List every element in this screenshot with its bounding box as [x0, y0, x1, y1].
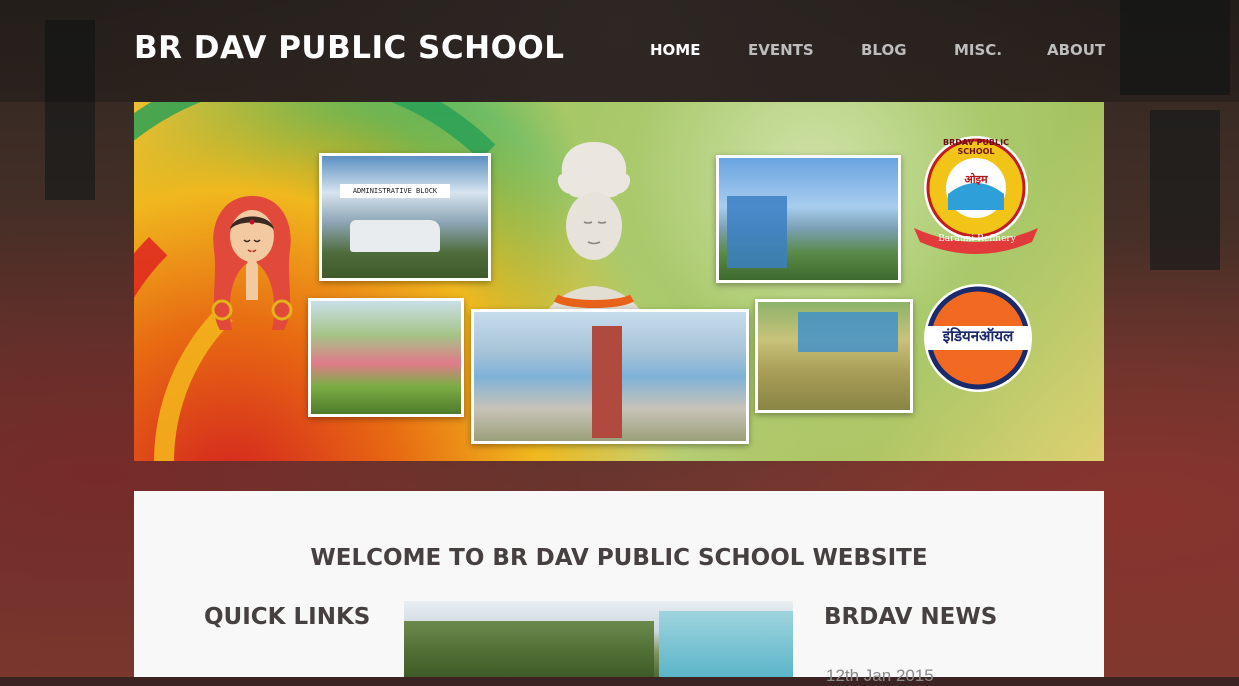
photo-playground	[755, 299, 913, 413]
admin-block-sign: ADMINISTRATIVE BLOCK	[340, 184, 450, 198]
school-logo-om: ओइम	[964, 173, 988, 186]
school-logo-caption: Barauni Refinery	[938, 234, 1016, 244]
school-photo	[404, 601, 793, 677]
nav-blog[interactable]: BLOG	[861, 41, 907, 59]
nav-misc[interactable]: MISC.	[954, 41, 1002, 59]
indian-oil-logo-text: इंडियनऑयल	[942, 327, 1014, 345]
nav-events[interactable]: EVENTS	[748, 41, 814, 59]
nav-about[interactable]: ABOUT	[1047, 41, 1105, 59]
main-nav: HOME EVENTS BLOG MISC. ABOUT	[0, 41, 1239, 61]
news-date[interactable]: 12th Jan 2015	[826, 666, 934, 686]
hero-banner: ADMINISTRATIVE BLOCK BRDAV PUBLIC SCHOOL…	[134, 102, 1104, 461]
photo-administrative-block: ADMINISTRATIVE BLOCK	[319, 153, 491, 281]
school-logo-text: BRDAV PUBLIC SCHOOL	[943, 138, 1009, 156]
namaste-illustration	[211, 196, 293, 330]
welcome-heading: WELCOME TO BR DAV PUBLIC SCHOOL WEBSITE	[310, 545, 928, 571]
news-title: BRDAV NEWS	[824, 604, 998, 630]
photo-main-building	[471, 309, 749, 444]
nav-home[interactable]: HOME	[650, 41, 700, 59]
photo-garden	[308, 298, 464, 417]
quick-links-title: QUICK LINKS	[204, 604, 371, 630]
photo-campus-building	[716, 155, 901, 283]
content-panel: WELCOME TO BR DAV PUBLIC SCHOOL WEBSITE …	[134, 491, 1104, 685]
